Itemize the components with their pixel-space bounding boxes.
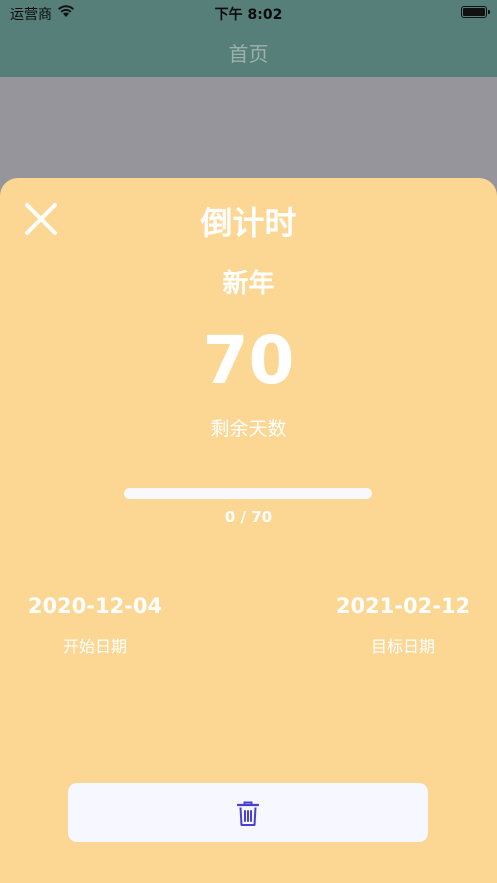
nav-title: 首页 [228, 42, 269, 66]
target-date-label: 目标日期 [370, 637, 435, 656]
target-date-value: 2021-02-12 [335, 594, 471, 618]
days-remaining-label: 剩余天数 [210, 418, 287, 440]
start-date-value: 2020-12-04 [27, 594, 163, 618]
event-name: 新年 [222, 269, 275, 299]
battery-icon [461, 6, 490, 18]
days-remaining-value: 70 [202, 322, 295, 399]
status-time: 下午 8:02 [214, 7, 283, 23]
progress-bar [124, 488, 372, 499]
sheet-title: 倒计时 [200, 204, 297, 242]
countdown-sheet: 倒计时 新年 70 剩余天数 0 / 70 2020-12-04 开始日期 20… [0, 178, 497, 883]
progress-text: 0 / 70 [224, 508, 273, 526]
status-bar: 运营商 下午 8:02 [0, 0, 497, 26]
navigation-bar: 首页 [0, 26, 497, 77]
start-date-label: 开始日期 [62, 637, 127, 656]
trash-icon [237, 801, 259, 826]
delete-button[interactable] [68, 783, 428, 842]
